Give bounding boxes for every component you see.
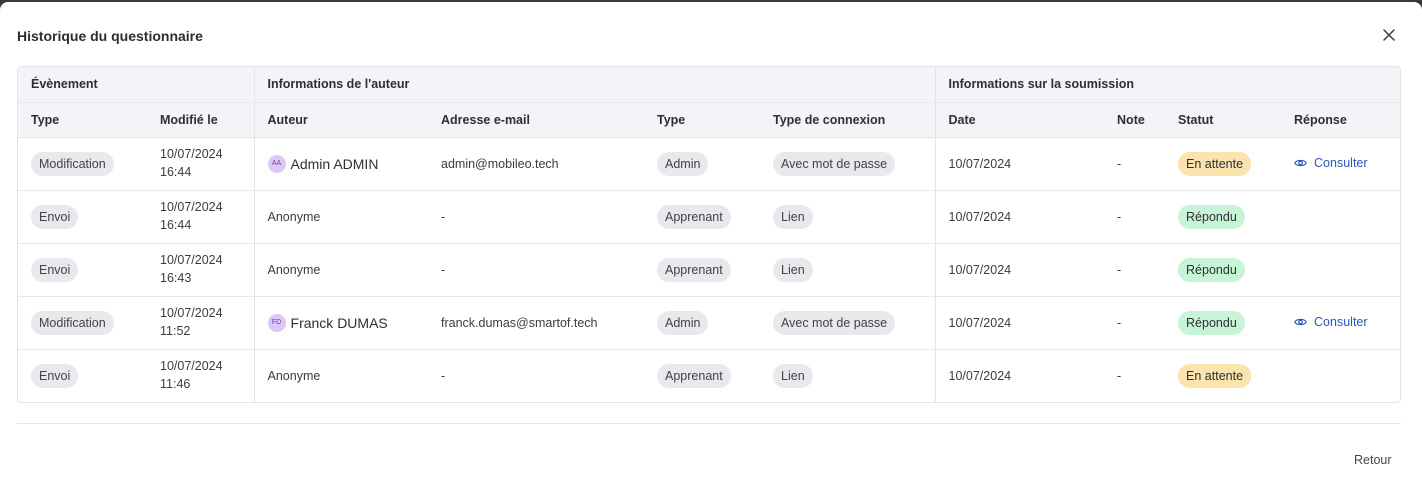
column-header: Type	[644, 102, 761, 138]
event-type-chip: Modification	[31, 151, 114, 176]
user-type-chip: Apprenant	[657, 363, 731, 388]
author-email: -	[428, 243, 645, 297]
table-row: Modification 10/07/2024 16:44 AA Admin AD…	[18, 137, 1400, 191]
note-value: -	[1104, 296, 1166, 350]
group-header-submission: Informations sur la soumission	[934, 67, 1400, 103]
column-header-row: Type Modifié le Auteur Adresse e-mail Ty…	[18, 102, 1400, 138]
connection-type-chip: Lien	[773, 204, 813, 229]
author-name: Admin ADMIN	[290, 155, 379, 172]
close-button[interactable]	[1379, 25, 1399, 45]
submission-date: 10/07/2024	[934, 190, 1105, 244]
modified-time: 16:44	[160, 164, 192, 179]
author-email: franck.dumas@smartof.tech	[428, 296, 645, 350]
group-header-author: Informations de l'auteur	[253, 67, 936, 103]
column-header: Date	[934, 102, 1105, 138]
close-icon	[1383, 29, 1395, 41]
user-type-chip: Admin	[657, 151, 709, 176]
author-email: admin@mobileo.tech	[428, 137, 645, 191]
modified-time: 16:44	[160, 217, 192, 232]
group-header-event: Évènement	[18, 67, 255, 103]
connection-type-chip: Lien	[773, 363, 813, 388]
connection-type-chip: Avec mot de passe	[773, 151, 896, 176]
author-name: Anonyme	[253, 243, 429, 297]
status-badge: Répondu	[1178, 310, 1245, 335]
eye-icon	[1294, 318, 1307, 326]
table-row: Envoi 10/07/2024 16:44 Anonyme - Apprenan…	[18, 190, 1400, 244]
group-header-row: Évènement Informations de l'auteur Infor…	[18, 67, 1400, 103]
submission-date: 10/07/2024	[934, 296, 1105, 350]
view-response-label: Consulter	[1314, 156, 1368, 170]
author-name: Anonyme	[253, 349, 429, 402]
author-email: -	[428, 190, 645, 244]
column-header: Modifié le	[147, 102, 255, 138]
user-type-chip: Admin	[657, 310, 709, 335]
status-badge: En attente	[1178, 363, 1252, 388]
modified-time: 11:52	[160, 323, 191, 338]
submission-date: 10/07/2024	[934, 243, 1105, 297]
avatar: AA	[267, 154, 286, 173]
connection-type-chip: Lien	[773, 257, 813, 282]
view-response-link[interactable]: Consulter	[1294, 156, 1368, 170]
note-value: -	[1104, 137, 1166, 191]
connection-type-chip: Avec mot de passe	[773, 310, 896, 335]
status-badge: Répondu	[1178, 204, 1245, 229]
note-value: -	[1104, 243, 1166, 297]
note-value: -	[1104, 190, 1166, 244]
author-name: Franck DUMAS	[290, 314, 388, 331]
status-badge: Répondu	[1178, 257, 1245, 282]
modified-date: 10/07/2024	[160, 253, 223, 267]
user-type-chip: Apprenant	[657, 204, 731, 229]
history-table: Évènement Informations de l'auteur Infor…	[17, 66, 1401, 403]
note-value: -	[1117, 368, 1122, 383]
view-response-label: Consulter	[1314, 315, 1368, 329]
column-header: Adresse e-mail	[428, 102, 645, 138]
event-type-chip: Envoi	[31, 204, 79, 229]
table-row: Envoi 10/07/2024 16:43 Anonyme - Apprenan…	[18, 243, 1400, 297]
column-header: Note	[1104, 102, 1166, 138]
column-header: Type	[18, 102, 147, 138]
avatar: FD	[267, 313, 286, 332]
footer-divider	[17, 423, 1401, 424]
column-header: Auteur	[253, 102, 429, 138]
modal-title: Historique du questionnaire	[17, 28, 203, 44]
event-type-chip: Envoi	[31, 363, 79, 388]
eye-icon	[1294, 159, 1307, 167]
history-modal: Historique du questionnaire Évènement In…	[0, 2, 1422, 498]
table-row: Modification 10/07/2024 11:52 FD Franck D…	[18, 296, 1400, 350]
event-type-chip: Envoi	[31, 257, 79, 282]
submission-date: 10/07/2024	[934, 349, 1105, 402]
modified-time: 11:46	[160, 376, 191, 391]
back-button[interactable]: Retour	[1354, 453, 1392, 467]
author-email: -	[441, 368, 446, 383]
column-header: Statut	[1165, 102, 1282, 138]
column-header: Réponse	[1281, 102, 1400, 138]
modified-date: 10/07/2024	[160, 147, 223, 161]
modified-date: 10/07/2024	[160, 359, 223, 374]
user-type-chip: Apprenant	[657, 257, 731, 282]
view-response-link[interactable]: Consulter	[1294, 315, 1368, 329]
column-header: Type de connexion	[760, 102, 936, 138]
modified-date: 10/07/2024	[160, 306, 223, 320]
modified-date: 10/07/2024	[160, 200, 223, 214]
modified-time: 16:43	[160, 270, 192, 285]
table-row: Envoi 10/07/2024 11:46 Anonyme - Apprenan…	[18, 349, 1400, 402]
author-name: Anonyme	[253, 190, 429, 244]
status-badge: En attente	[1178, 151, 1252, 176]
submission-date: 10/07/2024	[934, 137, 1105, 191]
event-type-chip: Modification	[31, 310, 114, 335]
